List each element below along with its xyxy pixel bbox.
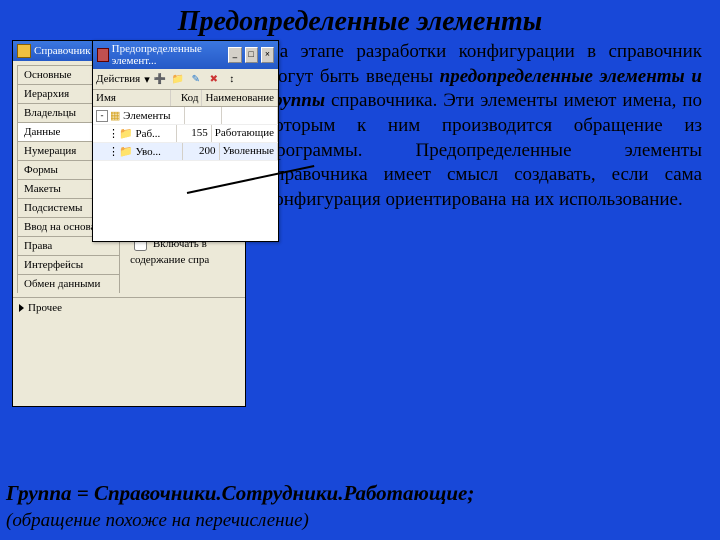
- code-example: Группа = Справочники.Сотрудники.Работающ…: [6, 481, 474, 506]
- predefined-titlebar: Предопределенные элемент... _ □ ×: [93, 41, 278, 69]
- expand-icon: [19, 304, 24, 312]
- col-name[interactable]: Имя: [93, 90, 171, 106]
- delete-icon[interactable]: ✖: [206, 71, 222, 87]
- slide: Предопределенные элементы Справочник Физ…: [0, 0, 720, 540]
- row-desc: [222, 107, 278, 124]
- content-row: Справочник ФизическиеЛица _ □ × Основные…: [0, 40, 720, 410]
- col-desc[interactable]: Наименование: [202, 90, 278, 106]
- table-row[interactable]: ⋮📁 Уво... 200 Уволенные: [93, 143, 278, 161]
- para-part2: справочника. Эти элементы имеют имена, п…: [266, 90, 702, 210]
- row-desc: Работающие: [212, 125, 278, 142]
- move-icon[interactable]: ↕: [224, 71, 240, 87]
- predefined-title-text: Предопределенные элемент...: [112, 43, 223, 67]
- folder-icon: 📁: [119, 128, 133, 140]
- row-code: 200: [183, 143, 219, 160]
- add-item-icon[interactable]: ➕: [152, 71, 168, 87]
- book-icon: [97, 48, 109, 62]
- grid-header: Имя Код Наименование: [93, 90, 278, 107]
- predefined-grid: Имя Код Наименование -▦ Элементы ⋮📁 Раб.…: [93, 90, 278, 161]
- row-code: 155: [177, 125, 211, 142]
- win2-min-button[interactable]: _: [228, 47, 241, 63]
- prochee-row[interactable]: Прочее: [13, 297, 245, 318]
- prochee-label: Прочее: [28, 302, 62, 314]
- win2-close-button[interactable]: ×: [261, 47, 274, 63]
- edit-icon[interactable]: ✎: [188, 71, 204, 87]
- row-desc: Уволенные: [220, 143, 278, 160]
- tab-obmen[interactable]: Обмен данными: [17, 274, 120, 293]
- row-code: [185, 107, 222, 124]
- win2-max-button[interactable]: □: [245, 47, 258, 63]
- col-code[interactable]: Код: [171, 90, 203, 106]
- table-row[interactable]: -▦ Элементы: [93, 107, 278, 125]
- folder-icon: 📁: [119, 146, 133, 158]
- row-name: Раб...: [135, 128, 160, 140]
- row-name: Элементы: [123, 110, 170, 122]
- collapse-icon[interactable]: -: [96, 110, 108, 122]
- predefined-window: Предопределенные элемент... _ □ × Действ…: [92, 40, 279, 242]
- code-note: (обращение похоже на перечисление): [6, 510, 309, 532]
- description-text: На этапе разработки конфигурации в справ…: [262, 40, 712, 410]
- slide-title: Предопределенные элементы: [0, 0, 720, 40]
- actions-menu[interactable]: Действия: [96, 73, 140, 85]
- add-group-icon[interactable]: 📁: [170, 71, 186, 87]
- table-row[interactable]: ⋮📁 Раб... 155 Работающие: [93, 125, 278, 143]
- cube-icon: [17, 44, 31, 58]
- row-name: Уво...: [135, 146, 160, 158]
- predefined-toolbar: Действия ▾ ➕ 📁 ✎ ✖ ↕: [93, 69, 278, 90]
- tab-interfeisy[interactable]: Интерфейсы: [17, 255, 120, 274]
- screenshot-area: Справочник ФизическиеЛица _ □ × Основные…: [12, 40, 262, 410]
- folder-icon: ▦: [110, 110, 120, 122]
